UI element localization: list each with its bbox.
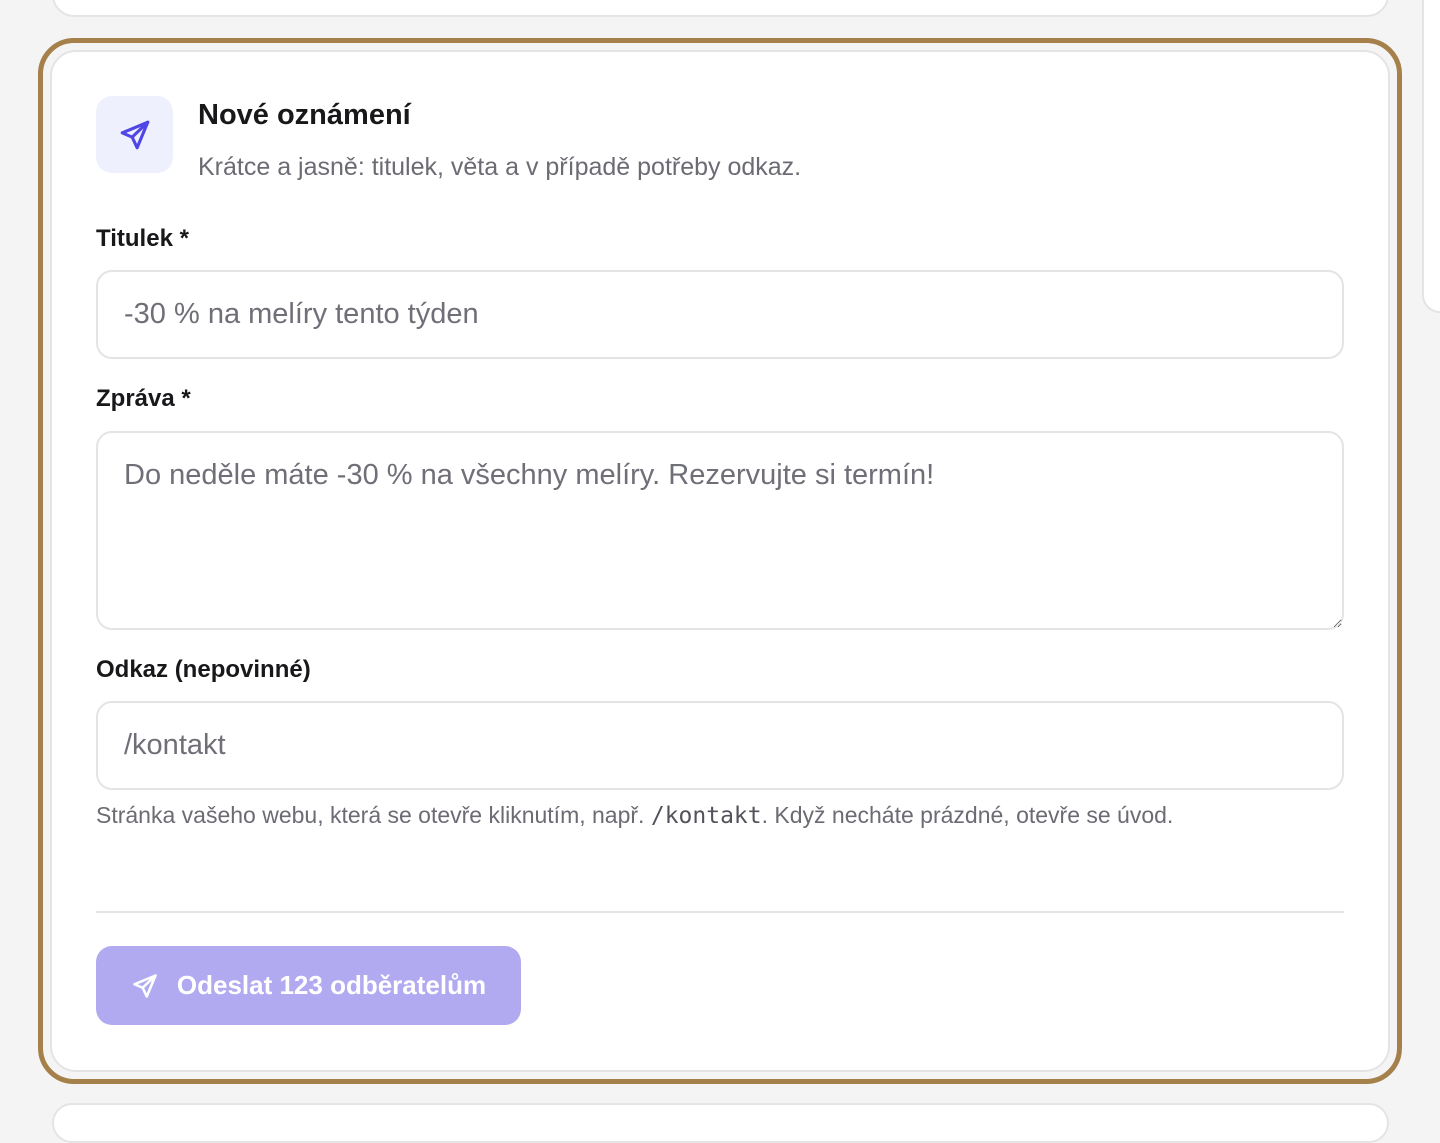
link-hint-code: /kontakt (650, 803, 762, 829)
link-input[interactable] (96, 701, 1344, 790)
title-input[interactable] (96, 270, 1344, 359)
message-textarea[interactable] (96, 431, 1344, 630)
card-icon-box (96, 96, 173, 173)
send-icon (120, 120, 149, 149)
previous-card (52, 0, 1389, 17)
side-card (1422, 0, 1440, 313)
card-subtitle: Krátce a jasně: titulek, věta a v případ… (198, 153, 802, 181)
link-hint-text: Stránka vašeho webu, která se otevře kli… (96, 802, 651, 828)
send-button[interactable]: Odeslat 123 odběratelům (96, 946, 521, 1025)
next-card (52, 1103, 1389, 1143)
link-hint: Stránka vašeho webu, která se otevře kli… (96, 796, 1196, 835)
send-button-label: Odeslat 123 odběratelům (176, 970, 487, 1000)
title-label: Titulek * (96, 225, 189, 252)
send-icon (133, 973, 157, 998)
link-hint-text-end: . Když necháte prázdné, otevře se úvod. (761, 802, 1174, 828)
divider (96, 911, 1344, 913)
link-label: Odkaz (nepovinné) (96, 656, 311, 683)
message-label: Zpráva * (96, 385, 191, 412)
card-title: Nové oznámení (198, 99, 411, 131)
